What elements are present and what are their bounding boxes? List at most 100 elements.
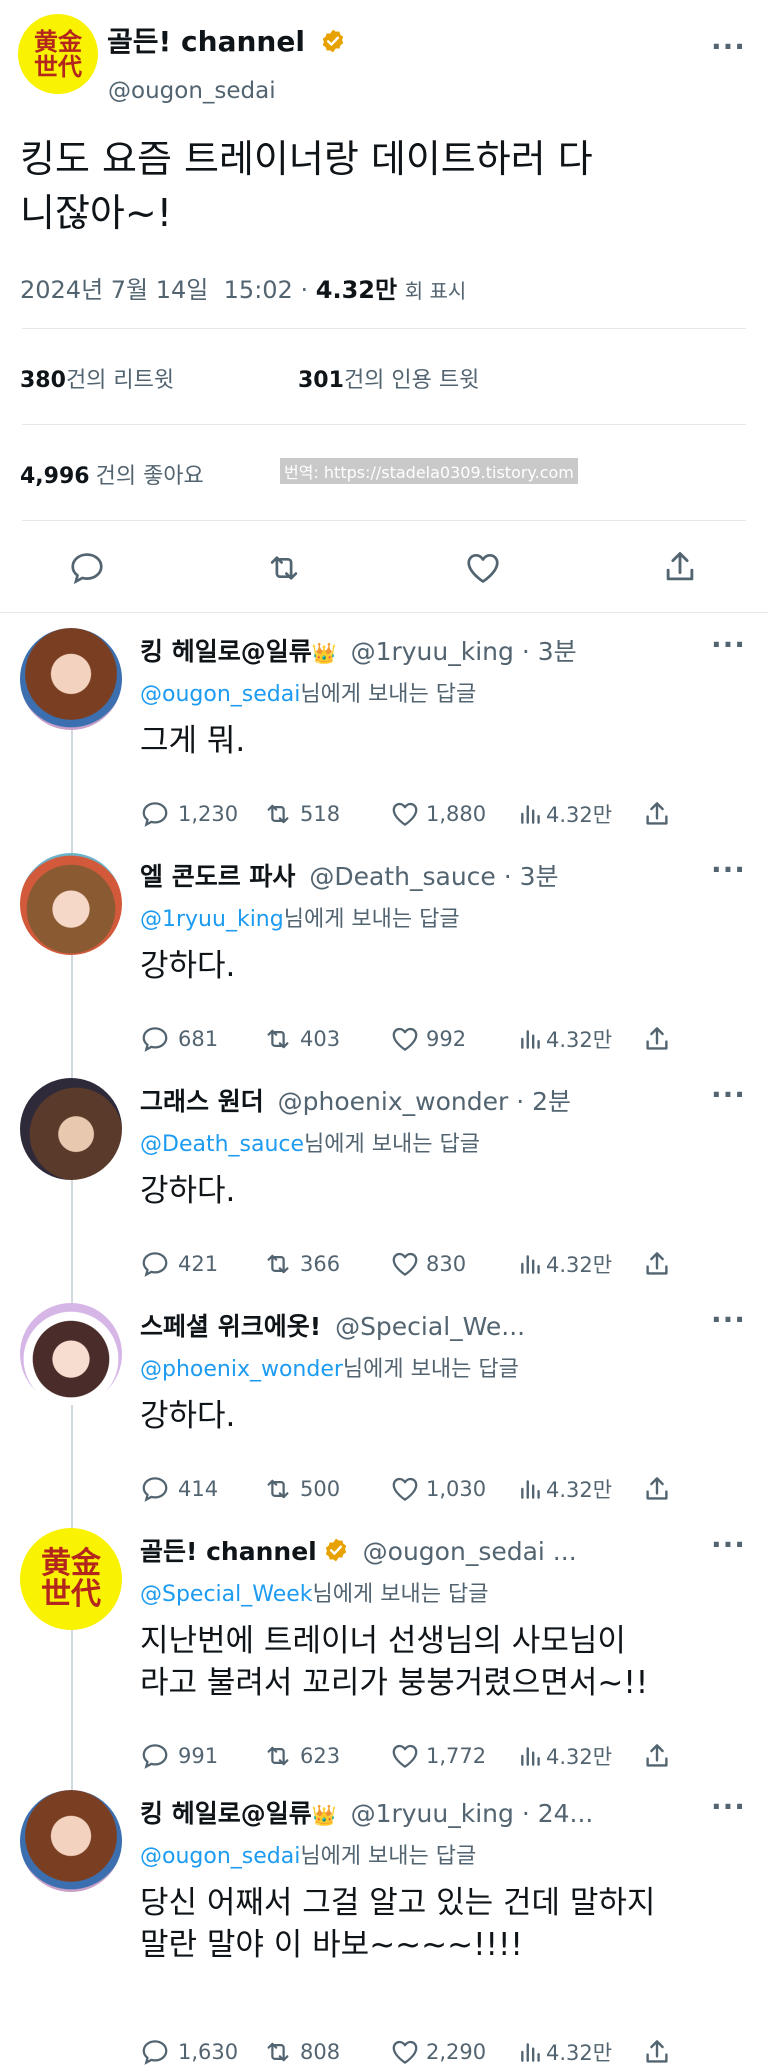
reply-tweet[interactable]: 킹 헤일로@일류👑 @1ryuu_king · 3분 ··· @ougon_se… [0,628,768,828]
like-stat[interactable]: 4,996 건의 좋아요 [20,458,204,490]
reply-header: 엘 콘도르 파사 @Death_sauce · 3분 [140,857,559,893]
tweet-time[interactable]: 15:02 [224,276,293,304]
display-name[interactable]: 골든! channel [140,1537,317,1566]
avatar[interactable]: 黄金 世代 [20,1528,122,1630]
avatar-image[interactable] [20,1790,122,1892]
reply-to-handle[interactable]: @1ryuu_king [140,907,284,932]
handle-time[interactable]: @1ryuu_king · 24... [351,1799,594,1828]
reply-views-action[interactable]: 4.32만 [518,799,612,829]
display-name[interactable]: 골든! channel [107,25,305,58]
tweet-date[interactable]: 2024년 7월 14일 [20,276,208,304]
reply-retweet-action[interactable]: 808 [262,2037,340,2067]
more-options-icon[interactable]: ··· [711,1303,746,1336]
reply-views-action[interactable]: 4.32만 [518,1024,612,1054]
reply-tweet[interactable]: 엘 콘도르 파사 @Death_sauce · 3분 ··· @1ryuu_ki… [0,853,768,1053]
reply-action-bar: 1,630 808 2,290 4.32만 [140,2037,740,2071]
comment-count: 421 [178,1252,219,1276]
reply-to-handle[interactable]: @ougon_sedai [140,1844,300,1869]
reply-to-handle[interactable]: @phoenix_wonder [140,1357,343,1382]
reply-like-action[interactable]: 830 [390,1249,466,1279]
reply-tweet[interactable]: 그래스 원더 @phoenix_wonder · 2분 ··· @Death_s… [0,1078,768,1278]
share-icon [646,1477,668,1500]
more-options-icon[interactable]: ··· [711,628,746,661]
retweet-icon [267,804,289,824]
avatar[interactable]: 黄金 世代 [18,14,98,94]
reply-text: 당신 어째서 그걸 알고 있는 건데 말하지 말란 말야 이 바보~~~~!!!! [140,1882,655,1966]
share-icon [646,1744,668,1767]
avatar-text-line2: 世代 [34,52,82,81]
view-count: 4.32만 [315,276,398,304]
reply-share-action[interactable] [642,1024,672,1058]
reply-comment-action[interactable]: 421 [140,1249,218,1279]
quote-stat[interactable]: 301건의 인용 트윗 [298,362,479,394]
reply-comment-action[interactable]: 1,630 [140,2037,238,2067]
reply-comment-action[interactable]: 1,230 [140,799,238,829]
display-name[interactable]: 스페셜 위크에옷! [140,1312,321,1341]
reply-comment-action[interactable]: 681 [140,1024,218,1054]
analytics-icon [521,2043,540,2062]
handle-time[interactable]: @1ryuu_king · 3분 [351,637,577,666]
more-options-icon[interactable]: ··· [711,853,746,886]
reply-like-action[interactable]: 1,030 [390,1474,486,1504]
like-count: 2,290 [426,2040,487,2064]
more-options-icon[interactable]: ··· [711,1528,746,1561]
reply-tweet[interactable]: 킹 헤일로@일류👑 @1ryuu_king · 24... ··· @ougon… [0,1790,768,2065]
avatar-image[interactable] [20,628,122,730]
reply-comment-action[interactable]: 414 [140,1474,218,1504]
reply-tweet[interactable]: 黄金 世代 골든! channel @ougon_sedai ... ··· @S… [0,1528,768,1769]
reply-text: 강하다. [140,945,235,987]
reply-share-action[interactable] [642,1474,672,1508]
reply-retweet-action[interactable]: 366 [262,1249,340,1279]
reply-share-action[interactable] [642,1249,672,1283]
retweet-icon[interactable] [264,549,304,587]
reply-icon[interactable] [68,549,106,587]
reply-like-action[interactable]: 2,290 [390,2037,486,2067]
avatar-image[interactable] [20,1078,122,1180]
author-name-row[interactable]: 골든! channel [107,20,346,60]
reply-to-label: 님에게 보내는 답글 [300,682,477,707]
view-count: 4.32만 [546,1253,613,1277]
reply-tweet[interactable]: 스페셜 위크에옷! @Special_We... ··· @phoenix_wo… [0,1303,768,1503]
reply-to-handle[interactable]: @Death_sauce [140,1132,304,1157]
retweet-count: 808 [300,2040,341,2064]
avatar-image[interactable] [20,853,122,955]
like-icon[interactable] [464,549,502,587]
retweet-stat[interactable]: 380건의 리트윗 [20,362,174,394]
handle-time[interactable]: @ougon_sedai ... [363,1537,577,1566]
author-handle[interactable]: @ougon_sedai [108,78,276,104]
reply-retweet-action[interactable]: 518 [262,799,340,829]
like-count: 1,772 [426,1744,487,1768]
more-options-icon[interactable]: ··· [711,30,746,63]
reply-views-action[interactable]: 4.32만 [518,1741,612,1771]
reply-comment-action[interactable]: 991 [140,1741,218,1771]
share-icon[interactable] [661,547,699,587]
reply-retweet-action[interactable]: 623 [262,1741,340,1771]
handle-time[interactable]: @Death_sauce · 3분 [309,862,558,891]
display-name[interactable]: 킹 헤일로@일류 [140,1799,312,1828]
reply-to-handle[interactable]: @Special_Week [140,1582,313,1607]
handle-time[interactable]: @phoenix_wonder · 2분 [278,1087,571,1116]
reply-views-action[interactable]: 4.32만 [518,1249,612,1279]
reply-views-action[interactable]: 4.32만 [518,2037,612,2067]
more-options-icon[interactable]: ··· [711,1078,746,1111]
reply-like-action[interactable]: 992 [390,1024,466,1054]
reply-share-action[interactable] [642,799,672,833]
display-name[interactable]: 엘 콘도르 파사 [140,862,295,891]
reply-like-action[interactable]: 1,880 [390,799,486,829]
reply-like-action[interactable]: 1,772 [390,1741,486,1771]
view-count: 4.32만 [546,2041,613,2065]
reply-retweet-action[interactable]: 500 [262,1474,340,1504]
handle-time[interactable]: @Special_We... [335,1312,525,1341]
display-name[interactable]: 킹 헤일로@일류 [140,637,312,666]
comment-count: 1,630 [178,2040,239,2064]
reply-share-action[interactable] [642,2037,672,2071]
reply-retweet-action[interactable]: 403 [262,1024,340,1054]
crown-icon: 👑 [311,1803,337,1827]
display-name[interactable]: 그래스 원더 [140,1087,264,1116]
reply-to-handle[interactable]: @ougon_sedai [140,682,300,707]
reply-share-action[interactable] [642,1741,672,1775]
reply-to-line: @1ryuu_king님에게 보내는 답글 [140,901,460,933]
reply-views-action[interactable]: 4.32만 [518,1474,612,1504]
avatar-image[interactable] [20,1303,122,1405]
more-options-icon[interactable]: ··· [711,1790,746,1823]
